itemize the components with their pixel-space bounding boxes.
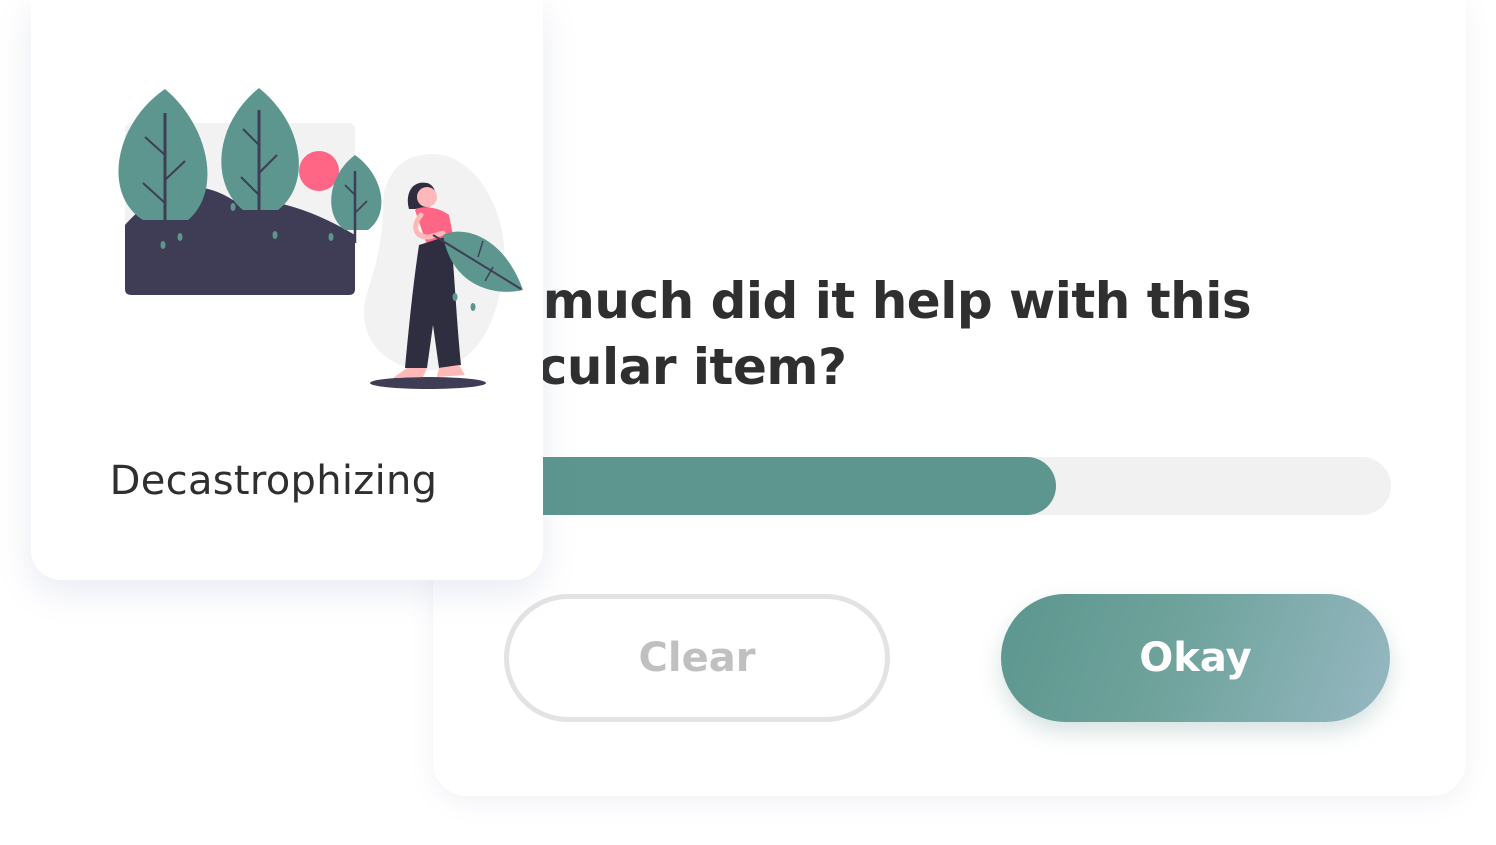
exercise-title: Decastrophizing xyxy=(109,458,438,504)
clear-button[interactable]: Clear xyxy=(504,594,890,722)
okay-button[interactable]: Okay xyxy=(1001,594,1390,722)
woman-with-leaf-illustration xyxy=(118,88,523,389)
help-rating-slider[interactable] xyxy=(433,457,1391,515)
exercise-card[interactable]: Decastrophizing xyxy=(31,0,543,580)
rating-question: How much did it help with this particula… xyxy=(405,272,1252,396)
